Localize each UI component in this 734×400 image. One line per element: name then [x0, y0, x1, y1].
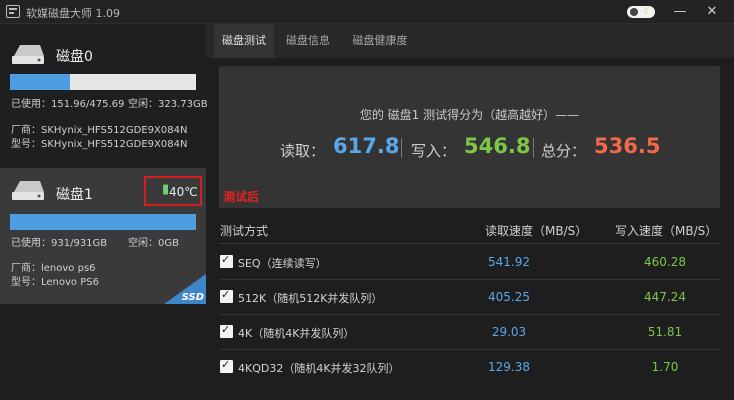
- disk-used-label: 已使用：931/931GB: [11, 238, 108, 249]
- score-card: 您的 磁盘1 测试得分为（越高越好）—— 读取： 617.8 写入： 546.8…: [219, 66, 720, 208]
- temperature-highlight: ▮ 40℃: [144, 176, 202, 206]
- table-row: ✓ SEQ（连续读写） 541.92 460.28: [219, 245, 720, 280]
- test-name: 4K（随机4K并发队列）: [238, 327, 355, 340]
- moon-icon: ☾: [643, 7, 652, 17]
- header-write-speed: 写入速度（MB/S）: [615, 224, 718, 238]
- disk-usage-bar: [10, 214, 196, 230]
- write-speed-value: 460.28: [644, 255, 686, 269]
- disk-model-label: 型号：Lenovo PS6: [11, 277, 99, 288]
- read-score-label: 读取：: [280, 142, 326, 160]
- check-icon: ✓: [221, 253, 231, 266]
- score-caption: 您的 磁盘1 测试得分为（越高越好）——: [359, 108, 580, 122]
- title-bar: 软媒磁盘大师 1.09 ☾ — ✕: [0, 0, 734, 24]
- annotation-after-test: 测试后: [223, 190, 260, 204]
- write-score-value: 546.8: [464, 134, 531, 158]
- check-icon: ✓: [221, 288, 231, 301]
- disk-free-label: 空闲：323.73GB: [128, 99, 208, 110]
- test-checkbox[interactable]: ✓: [220, 358, 233, 373]
- disk-usage-bar: [10, 74, 196, 90]
- tab-disk-test[interactable]: 磁盘测试: [214, 24, 274, 58]
- disk-list-panel: 磁盘0 已使用：151.96/475.69 空闲：323.73GB 厂商：SKH…: [0, 24, 208, 400]
- disk-used-row: 已使用：151.96/475.69 空闲：323.73GB: [11, 98, 208, 111]
- table-row: ✓ 4K（随机4K并发队列） 29.03 51.81: [219, 315, 720, 350]
- write-speed-value: 1.70: [651, 360, 679, 374]
- table-row: ✓ 512K（随机512K并发队列） 405.25 447.24: [219, 280, 720, 315]
- table-row: ✓ 4KQD32（随机4K并发32队列） 129.38 1.70: [219, 350, 720, 385]
- disk-name: 磁盘0: [56, 49, 93, 65]
- tab-disk-info[interactable]: 磁盘信息: [278, 24, 338, 58]
- app-logo-icon: [6, 5, 20, 18]
- disk-item-1[interactable]: 磁盘1 ▮ 40℃ 已使用：931/931GB 空闲：0GB 厂商：lenovo…: [0, 168, 206, 304]
- disk-used-label: 已使用：151.96/475.69: [11, 99, 125, 110]
- disk-free-label: 空闲：0GB: [128, 238, 179, 249]
- disk-usage-fill: [10, 74, 70, 90]
- disk-item-0[interactable]: 磁盘0 已使用：151.96/475.69 空闲：323.73GB 厂商：SKH…: [0, 30, 208, 162]
- test-name: 4KQD32（随机4K并发32队列）: [238, 362, 400, 375]
- close-button[interactable]: ✕: [702, 2, 722, 22]
- tab-bar: 磁盘测试 磁盘信息 磁盘健康度: [206, 24, 734, 58]
- header-read-speed: 读取速度（MB/S）: [485, 224, 588, 238]
- read-score-value: 617.8: [333, 134, 400, 158]
- total-score-value: 536.5: [594, 134, 661, 158]
- toggle-knob: [630, 8, 638, 16]
- disk-used-row: 已使用：931/931GB 空闲：0GB: [11, 237, 179, 250]
- hard-disk-icon: [12, 45, 44, 64]
- read-speed-value: 29.03: [491, 325, 527, 339]
- test-checkbox[interactable]: ✓: [220, 288, 233, 303]
- disk-temperature: 40℃: [169, 185, 198, 199]
- hard-disk-icon: [12, 181, 44, 200]
- write-speed-value: 447.24: [644, 290, 686, 304]
- disk-vendor-label: 厂商：SKHynix_HFS512GDE9X084N: [11, 125, 188, 136]
- total-score-label: 总分：: [541, 142, 587, 160]
- theme-toggle[interactable]: ☾: [627, 6, 655, 18]
- score-separator: [533, 138, 534, 158]
- app-title: 软媒磁盘大师 1.09: [26, 7, 120, 20]
- read-speed-value: 405.25: [488, 290, 530, 304]
- score-row: 读取： 617.8 写入： 546.8 总分： 536.5: [219, 132, 720, 162]
- disk-vendor-label: 厂商：lenovo ps6: [11, 263, 96, 274]
- read-speed-value: 129.38: [488, 360, 530, 374]
- write-score-label: 写入：: [411, 142, 457, 160]
- minimize-button[interactable]: —: [670, 2, 690, 22]
- check-icon: ✓: [221, 358, 231, 371]
- test-checkbox[interactable]: ✓: [220, 253, 233, 268]
- read-speed-value: 541.92: [488, 255, 530, 269]
- disk-model-label: 型号：SKHynix_HFS512GDE9X084N: [11, 139, 188, 150]
- test-checkbox[interactable]: ✓: [220, 323, 233, 338]
- disk-usage-fill: [10, 214, 196, 230]
- check-icon: ✓: [221, 323, 231, 336]
- test-name: SEQ（连续读写）: [238, 257, 327, 270]
- score-separator: [401, 138, 402, 158]
- header-method: 测试方式: [220, 224, 269, 238]
- ssd-badge-text: SSD: [182, 292, 204, 303]
- write-speed-value: 51.81: [647, 325, 683, 339]
- results-table-header: 测试方式 读取速度（MB/S） 写入速度（MB/S）: [219, 212, 720, 244]
- ssd-badge: SSD: [164, 274, 206, 304]
- disk-name: 磁盘1: [56, 187, 93, 203]
- test-name: 512K（随机512K并发队列）: [238, 292, 383, 305]
- tab-disk-health[interactable]: 磁盘健康度: [344, 24, 416, 58]
